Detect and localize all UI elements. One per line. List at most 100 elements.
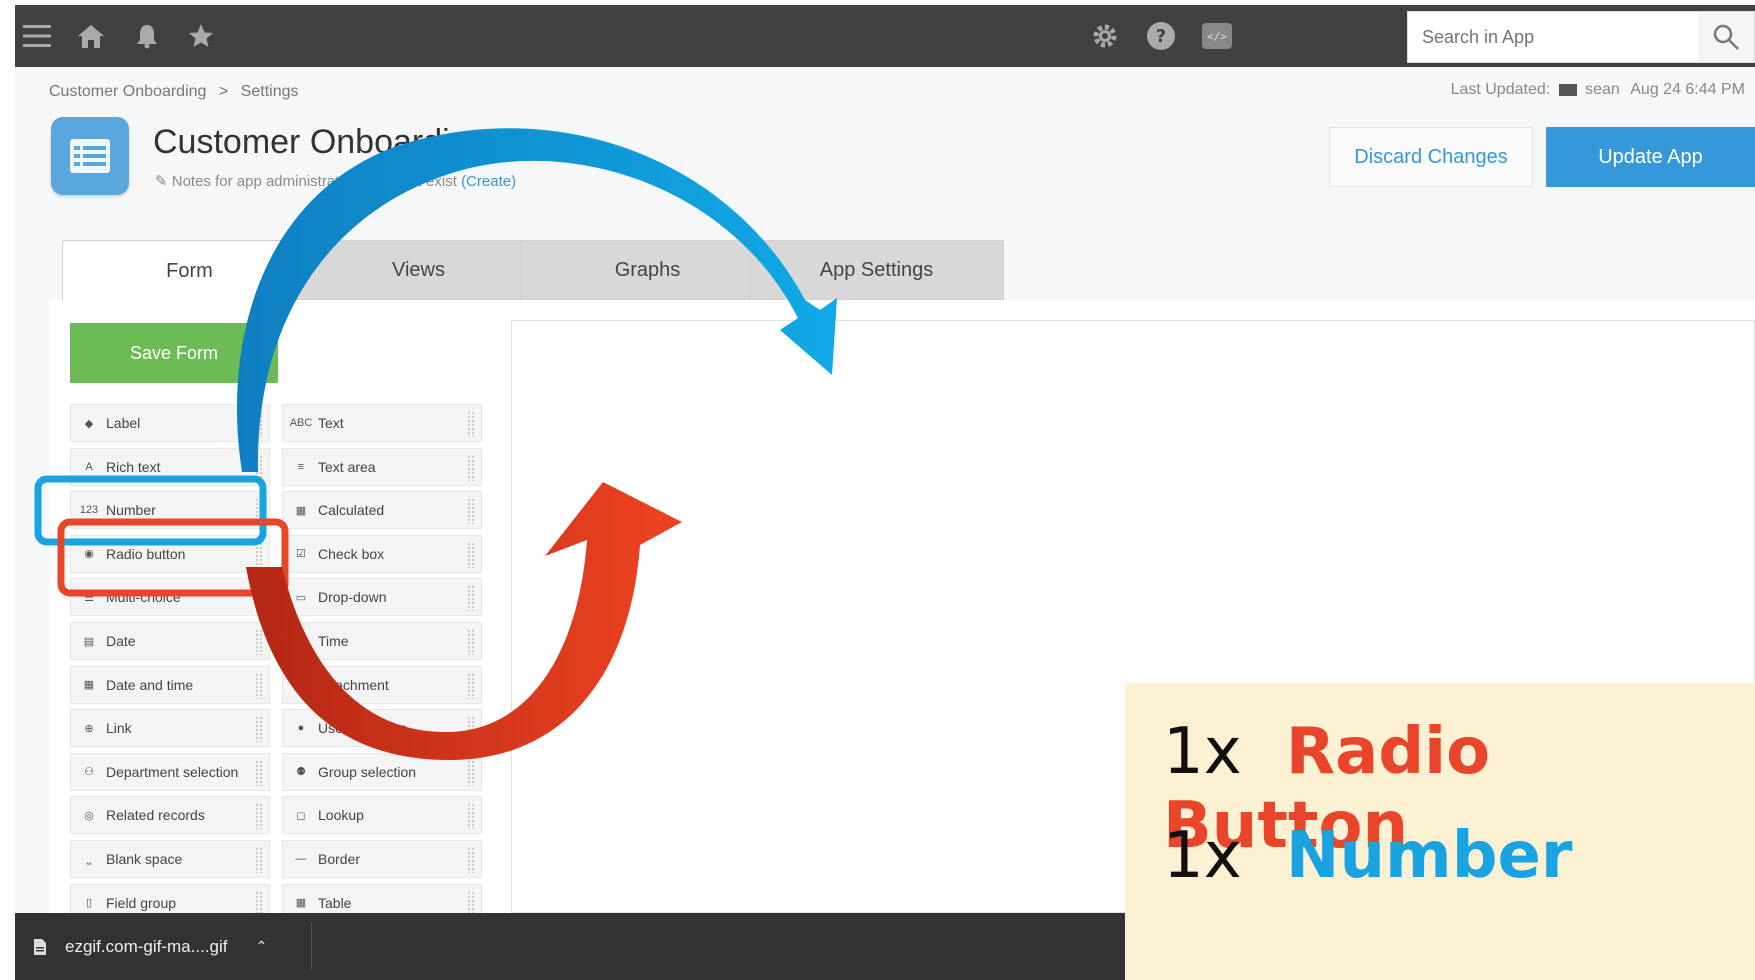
gear-icon[interactable]: [1083, 5, 1127, 67]
link-icon: ⊕: [84, 722, 94, 735]
home-icon[interactable]: [69, 5, 113, 67]
palette-field-label: Lookup: [318, 807, 364, 824]
palette-field-label: Rich text: [106, 458, 161, 475]
search-button[interactable]: [1698, 12, 1754, 62]
palette-field-label: Table: [318, 894, 352, 911]
drag-handle-icon[interactable]: [255, 759, 263, 786]
palette-field-label: Date: [106, 633, 136, 649]
discard-changes-button[interactable]: Discard Changes: [1329, 127, 1533, 187]
palette-field-left-6[interactable]: ▦ Date and time: [70, 665, 270, 704]
update-app-button[interactable]: Update App: [1546, 127, 1755, 187]
palette-field-left-2[interactable]: 123 Number: [70, 491, 270, 530]
drag-handle-icon[interactable]: [467, 672, 475, 699]
palette-field-right-8[interactable]: ⚉ Group selection: [282, 752, 482, 791]
save-form-button[interactable]: Save Form: [70, 323, 278, 383]
palette-field-right-2[interactable]: ▦ Calculated: [282, 491, 482, 530]
search-box: [1407, 11, 1755, 63]
callout-count: 1x: [1163, 715, 1242, 789]
datetime-icon: ▦: [83, 679, 95, 692]
file-icon: [34, 938, 46, 955]
palette-field-left-1[interactable]: A Rich text: [70, 447, 270, 486]
tab-app-settings[interactable]: App Settings: [749, 240, 1004, 300]
drag-handle-icon[interactable]: [255, 803, 263, 830]
search-input[interactable]: [1408, 12, 1698, 62]
drag-handle-icon[interactable]: [467, 629, 475, 655]
bell-icon[interactable]: [125, 5, 169, 67]
callout-box: 1x Radio Button 1x Number: [1125, 683, 1755, 980]
drag-handle-icon[interactable]: [255, 585, 263, 612]
palette-field-right-3[interactable]: ☑ Check box: [282, 534, 482, 573]
drag-handle-icon[interactable]: [255, 454, 263, 481]
breadcrumb-app-link[interactable]: Customer Onboarding: [49, 83, 206, 101]
create-notes-link[interactable]: (Create): [461, 173, 516, 190]
palette-field-right-1[interactable]: ≡ Text area: [282, 447, 482, 486]
breadcrumb-current: Settings: [240, 83, 299, 100]
drag-handle-icon[interactable]: [467, 759, 475, 786]
palette-field-right-9[interactable]: ◻ Lookup: [282, 796, 482, 835]
radio-icon: ◉: [84, 548, 94, 561]
palette-field-left-10[interactable]: ⎵ Blank space: [70, 840, 270, 878]
drag-handle-icon[interactable]: [255, 498, 263, 525]
drag-handle-icon[interactable]: [467, 498, 475, 525]
palette-field-label: Time: [318, 633, 349, 649]
palette-field-right-4[interactable]: ▭ Drop-down: [282, 578, 482, 617]
callout-count: 1x: [1163, 819, 1242, 893]
border-icon: —: [295, 853, 307, 865]
palette-field-label: Date and time: [106, 676, 194, 693]
palette-field-left-5[interactable]: ▤ Date: [70, 622, 270, 660]
tab-views[interactable]: Views: [291, 240, 546, 300]
last-updated-user[interactable]: sean: [1585, 81, 1620, 98]
palette-field-right-5[interactable]: ◷ Time: [282, 622, 482, 660]
drag-handle-icon[interactable]: [467, 585, 475, 612]
table-icon: ▦: [295, 897, 307, 910]
palette-field-label: Blank space: [106, 851, 183, 867]
palette-field-left-9[interactable]: ◎ Related records: [70, 796, 270, 835]
palette-field-label: Related records: [106, 807, 205, 824]
palette-field-left-0[interactable]: ◆ Label: [70, 404, 270, 442]
palette-field-right-6[interactable]: ⎘ Attachment: [282, 665, 482, 704]
chevron-up-icon[interactable]: ⌃: [256, 938, 268, 955]
palette-field-right-0[interactable]: ABC Text: [282, 404, 482, 442]
drag-handle-icon[interactable]: [467, 847, 475, 873]
palette-field-right-10[interactable]: — Border: [282, 840, 482, 878]
app-screen: ? </> Customer Onboarding > Settings Las…: [0, 0, 1755, 980]
help-icon[interactable]: ?: [1139, 5, 1183, 67]
app-notes-text: Notes for app administrators does not ex…: [171, 173, 457, 190]
user-icon: ●: [297, 722, 305, 735]
drag-handle-icon[interactable]: [255, 541, 263, 568]
palette-field-label: Department selection: [106, 763, 239, 780]
palette-field-right-7[interactable]: ● User selection: [282, 709, 482, 748]
palette-field-label: Check box: [318, 545, 385, 562]
tag-icon: ◆: [84, 417, 94, 430]
palette-field-left-7[interactable]: ⊕ Link: [70, 709, 270, 748]
drag-handle-icon[interactable]: [255, 847, 263, 873]
drag-handle-icon[interactable]: [255, 411, 263, 437]
drag-handle-icon[interactable]: [467, 803, 475, 830]
drag-handle-icon[interactable]: [255, 672, 263, 699]
tab-graphs[interactable]: Graphs: [520, 240, 775, 300]
drag-handle-icon[interactable]: [467, 411, 475, 437]
last-updated-time: Aug 24 6:44 PM: [1630, 81, 1745, 98]
drag-handle-icon[interactable]: [467, 716, 475, 743]
palette-field-left-3[interactable]: ◉ Radio button: [70, 534, 270, 573]
drag-handle-icon[interactable]: [255, 629, 263, 655]
rich-text-icon: A: [85, 460, 93, 473]
drag-handle-icon[interactable]: [255, 716, 263, 743]
attachment-icon: ⎘: [296, 678, 306, 691]
palette-field-left-8[interactable]: ⚇ Department selection: [70, 752, 270, 791]
star-icon[interactable]: [179, 5, 223, 67]
drag-handle-icon[interactable]: [467, 541, 475, 568]
menu-icon[interactable]: [15, 5, 59, 67]
drag-handle-icon[interactable]: [467, 454, 475, 481]
palette-field-label: Link: [106, 720, 132, 737]
palette-field-left-4[interactable]: ☰ Multi-choice: [70, 578, 270, 617]
download-item[interactable]: ezgif.com-gif-ma....gif ⌃: [33, 913, 267, 980]
tab-form[interactable]: Form: [62, 240, 317, 302]
last-updated-label: Last Updated:: [1450, 81, 1551, 98]
palette-field-label: Multi-choice: [106, 589, 181, 606]
related-records-icon: ◎: [84, 809, 94, 822]
palette-field-label: Attachment: [318, 676, 389, 693]
department-icon: ⚇: [84, 766, 94, 779]
palette-field-label: Border: [318, 851, 361, 867]
code-icon[interactable]: </>: [1195, 5, 1239, 67]
